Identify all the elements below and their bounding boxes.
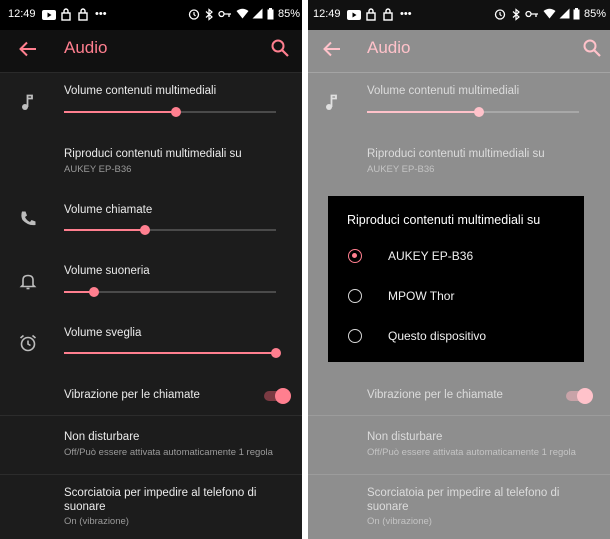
play-media-on-label[interactable]: Riproduci contenuti multimediali su	[367, 148, 545, 160]
music-note-icon	[18, 92, 38, 112]
bell-icon	[18, 271, 38, 291]
alarm-clock-icon	[18, 333, 38, 353]
ring-volume-slider[interactable]	[64, 287, 276, 297]
page-title: Audio	[367, 38, 411, 57]
status-bar: 12:49 ••• 85%	[0, 0, 302, 30]
status-time: 12:49	[8, 8, 36, 20]
alarm-volume-label: Volume sveglia	[64, 327, 142, 339]
media-volume-thumb[interactable]	[171, 107, 182, 117]
lock-icon	[366, 8, 376, 21]
media-volume-fill	[64, 111, 177, 113]
search-icon[interactable]	[270, 38, 290, 58]
status-bar: 12:49 ••• 85%	[308, 0, 610, 30]
call-volume-slider[interactable]	[64, 225, 276, 235]
play-media-on-label[interactable]: Riproduci contenuti multimediali su	[64, 148, 242, 160]
vibrate-calls-toggle[interactable]	[564, 388, 594, 404]
cell-signal-icon	[252, 8, 263, 19]
section-divider	[0, 474, 302, 475]
media-volume-thumb[interactable]	[474, 107, 485, 117]
lock-icon	[61, 8, 71, 21]
shortcut-label-line2[interactable]: suonare	[64, 501, 106, 513]
vibrate-calls-label: Vibrazione per le chiamate	[367, 389, 503, 401]
shortcut-summary: On (vibrazione)	[367, 516, 432, 527]
more-notifications-dots: •••	[400, 8, 412, 20]
cell-signal-icon	[559, 8, 570, 19]
output-device-dialog: Riproduci contenuti multimediali su AUKE…	[328, 196, 584, 362]
ring-volume-label: Volume suoneria	[64, 265, 150, 277]
do-not-disturb-summary: Off/Può essere attivata automaticamente …	[367, 447, 576, 458]
wifi-icon	[236, 8, 249, 19]
dialog-option[interactable]: Questo dispositivo	[348, 327, 578, 349]
key-icon	[218, 9, 232, 19]
bluetooth-icon	[205, 8, 213, 21]
do-not-disturb-summary: Off/Può essere attivata automaticamente …	[64, 447, 273, 458]
dialog-option[interactable]: MPOW Thor	[348, 287, 578, 309]
dialog-option-label: AUKEY EP-B36	[388, 249, 474, 263]
ring-volume-thumb[interactable]	[88, 287, 99, 297]
media-volume-slider[interactable]	[367, 107, 579, 117]
music-note-icon	[322, 92, 342, 112]
search-icon[interactable]	[582, 38, 602, 58]
settings-screen-left: 12:49 ••• 85% Audio Volume contenuti mul…	[0, 0, 302, 539]
alarm-status-icon	[494, 8, 506, 20]
lock-icon	[383, 8, 393, 21]
page-title: Audio	[64, 38, 108, 57]
battery-percent: 85%	[278, 8, 301, 20]
media-volume-label: Volume contenuti multimediali	[64, 85, 217, 97]
battery-icon	[573, 8, 580, 20]
vibrate-calls-toggle[interactable]	[262, 388, 292, 404]
back-arrow-icon[interactable]	[322, 39, 342, 59]
section-divider	[308, 474, 610, 475]
phone-icon	[18, 209, 38, 229]
media-volume-slider[interactable]	[64, 107, 276, 117]
dialog-option-label: Questo dispositivo	[388, 329, 487, 343]
vibrate-calls-label: Vibrazione per le chiamate	[64, 389, 200, 401]
back-arrow-icon[interactable]	[18, 39, 38, 59]
key-icon	[525, 9, 539, 19]
lock-icon	[78, 8, 88, 21]
settings-screen-right: 12:49 ••• 85% Audio Volume contenuti mul…	[308, 0, 610, 539]
section-divider	[308, 415, 610, 416]
media-volume-label: Volume contenuti multimediali	[367, 85, 520, 97]
dialog-title: Riproduci contenuti multimediali su	[347, 213, 541, 227]
alarm-volume-fill	[64, 352, 276, 354]
youtube-icon	[42, 10, 56, 20]
play-media-on-value: AUKEY EP-B36	[367, 164, 435, 175]
wifi-icon	[543, 8, 556, 19]
battery-percent: 85%	[584, 8, 607, 20]
shortcut-summary: On (vibrazione)	[64, 516, 129, 527]
status-time: 12:49	[313, 8, 341, 20]
dialog-option-label: MPOW Thor	[388, 289, 455, 303]
alarm-volume-thumb[interactable]	[271, 348, 281, 358]
app-bar: Audio	[308, 30, 610, 73]
dialog-option[interactable]: AUKEY EP-B36	[348, 247, 578, 269]
shortcut-label-line1[interactable]: Scorciatoia per impedire al telefono di	[64, 487, 256, 499]
more-notifications-dots: •••	[95, 8, 107, 20]
play-media-on-value: AUKEY EP-B36	[64, 164, 132, 175]
radio-unselected-icon[interactable]	[348, 329, 362, 343]
call-volume-label: Volume chiamate	[64, 204, 153, 216]
radio-selected-icon[interactable]	[348, 249, 362, 263]
do-not-disturb-label[interactable]: Non disturbare	[367, 431, 442, 443]
bluetooth-icon	[512, 8, 520, 21]
alarm-volume-slider[interactable]	[64, 348, 281, 358]
media-volume-fill	[367, 111, 480, 113]
radio-unselected-icon[interactable]	[348, 289, 362, 303]
shortcut-label-line2[interactable]: suonare	[367, 501, 409, 513]
youtube-icon	[347, 10, 361, 20]
alarm-status-icon	[188, 8, 200, 20]
shortcut-label-line1[interactable]: Scorciatoia per impedire al telefono di	[367, 487, 559, 499]
section-divider	[0, 415, 302, 416]
call-volume-fill	[64, 229, 145, 231]
do-not-disturb-label[interactable]: Non disturbare	[64, 431, 139, 443]
call-volume-thumb[interactable]	[139, 225, 150, 235]
battery-icon	[267, 8, 274, 20]
app-bar: Audio	[0, 30, 302, 73]
